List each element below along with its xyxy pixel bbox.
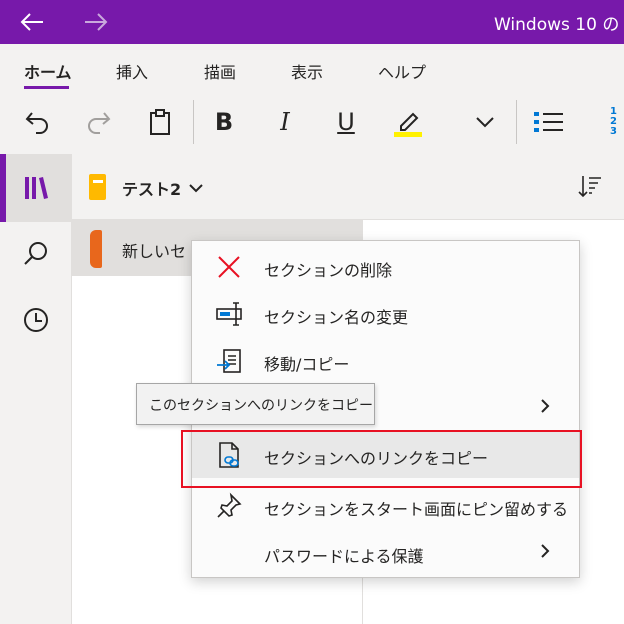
title-bar: Windows 10 の bbox=[0, 0, 624, 44]
redo-button[interactable] bbox=[78, 102, 118, 142]
toolbar-separator bbox=[516, 100, 517, 144]
search-button[interactable] bbox=[16, 234, 56, 274]
notebook-icon bbox=[88, 173, 108, 205]
numbered-list-button[interactable]: 1 2 3 bbox=[596, 102, 624, 142]
chevron-right-icon bbox=[540, 543, 550, 563]
undo-button[interactable] bbox=[18, 102, 58, 142]
sort-icon bbox=[578, 176, 601, 198]
section-color-tab bbox=[90, 230, 102, 268]
pin-icon bbox=[214, 491, 244, 521]
toolbar-separator bbox=[193, 100, 194, 144]
more-options-button[interactable] bbox=[465, 102, 505, 142]
notebooks-icon bbox=[25, 177, 48, 199]
sort-button[interactable] bbox=[578, 174, 602, 204]
move-copy-icon bbox=[214, 346, 244, 376]
bold-button[interactable]: B bbox=[204, 102, 244, 142]
underline-icon: U bbox=[337, 108, 355, 136]
clock-icon bbox=[24, 308, 48, 332]
forward-button[interactable] bbox=[76, 4, 116, 40]
menu-item-rename-section[interactable]: セクション名の変更 bbox=[192, 290, 579, 337]
back-button[interactable] bbox=[12, 4, 52, 40]
recent-notes-button[interactable] bbox=[16, 300, 56, 340]
menu-item-label: 移動/コピー bbox=[264, 355, 350, 374]
close-icon bbox=[214, 252, 244, 282]
menu-item-password-protection[interactable]: パスワードによる保護 bbox=[192, 529, 579, 576]
underline-button[interactable]: U bbox=[326, 102, 366, 142]
redo-icon bbox=[88, 112, 111, 134]
chevron-right-icon bbox=[540, 398, 550, 418]
menu-item-move-copy[interactable]: 移動/コピー bbox=[192, 337, 579, 384]
search-icon bbox=[24, 242, 47, 265]
menu-item-label: セクション名の変更 bbox=[264, 308, 409, 327]
rail-selected-indicator bbox=[0, 154, 6, 222]
highlight-button[interactable] bbox=[388, 102, 428, 142]
menu-item-label: セクションをスタート画面にピン留めする bbox=[264, 500, 569, 519]
tab-insert[interactable]: 挿入 bbox=[116, 59, 148, 83]
arrow-left-icon bbox=[20, 13, 43, 31]
bullet-list-button[interactable] bbox=[528, 102, 568, 142]
notebook-dropdown[interactable] bbox=[188, 178, 204, 197]
tab-help[interactable]: ヘルプ bbox=[378, 59, 426, 83]
ribbon-tabs: ホーム 挿入 描画 表示 ヘルプ bbox=[0, 44, 624, 94]
menu-item-delete-section[interactable]: セクションの削除 bbox=[192, 243, 579, 290]
notebook-name[interactable]: テスト2 bbox=[122, 176, 181, 200]
numbered-list-icon: 1 2 3 bbox=[610, 106, 617, 137]
tooltip-text: このセクションへのリンクをコピー bbox=[149, 398, 373, 414]
rename-icon bbox=[214, 299, 244, 329]
menu-item-label: セクションの削除 bbox=[264, 261, 393, 280]
active-tab-indicator bbox=[24, 86, 69, 89]
section-name: 新しいセ bbox=[122, 242, 187, 261]
chevron-down-icon bbox=[476, 117, 494, 128]
tab-view[interactable]: 表示 bbox=[291, 59, 323, 83]
notebooks-button[interactable] bbox=[16, 168, 56, 208]
ribbon-toolbar: B I U 1 2 3 bbox=[0, 94, 624, 154]
clipboard-icon bbox=[150, 109, 170, 135]
navigation-rail bbox=[0, 154, 72, 624]
tooltip: このセクションへのリンクをコピー bbox=[136, 383, 375, 425]
bold-icon: B bbox=[214, 108, 234, 136]
notebook-header: テスト2 bbox=[72, 154, 624, 220]
chevron-down-icon bbox=[189, 184, 203, 193]
italic-icon: I bbox=[280, 108, 290, 136]
undo-icon bbox=[25, 112, 48, 134]
italic-button[interactable]: I bbox=[265, 102, 305, 142]
tab-home[interactable]: ホーム bbox=[24, 59, 72, 83]
highlight-annotation-box bbox=[181, 430, 582, 488]
highlighter-icon bbox=[394, 112, 422, 137]
window-title: Windows 10 の bbox=[494, 15, 620, 35]
tab-draw[interactable]: 描画 bbox=[204, 59, 236, 83]
bullet-list-icon bbox=[534, 112, 563, 132]
arrow-right-icon bbox=[85, 13, 108, 31]
menu-item-pin-to-start[interactable]: セクションをスタート画面にピン留めする bbox=[192, 482, 579, 529]
paste-button[interactable] bbox=[140, 102, 180, 142]
menu-item-label: パスワードによる保護 bbox=[264, 547, 424, 566]
